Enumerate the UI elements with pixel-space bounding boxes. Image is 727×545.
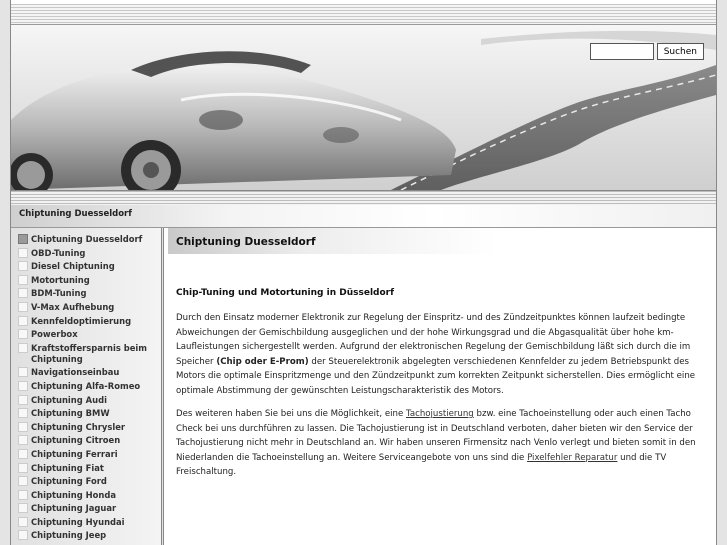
sidebar: Chiptuning Duesseldorf OBD-Tuning Diesel C…	[11, 228, 164, 545]
sidebar-item-label: Chiptuning Alfa-Romeo	[31, 380, 141, 391]
page-frame: Suchen Chiptuning Duesseldorf Chiptuning…	[10, 0, 717, 545]
bullet-square-icon	[18, 234, 28, 244]
sidebar-item-label: Chiptuning Ford	[31, 476, 107, 487]
bullet-square-icon	[18, 380, 28, 391]
sidebar-item[interactable]: Kraftstoffersparnis beim Chiptuning	[18, 342, 161, 365]
bullet-square-icon	[18, 503, 28, 514]
page-title: Chiptuning Duesseldorf	[176, 236, 316, 248]
sidebar-item[interactable]: Motortuning	[18, 274, 161, 286]
sidebar-item-label: Chiptuning Jaguar	[31, 503, 117, 514]
bullet-square-icon	[18, 476, 28, 487]
sidebar-item-label: Chiptuning Duesseldorf	[31, 234, 143, 244]
sidebar-item-label: Motortuning	[31, 274, 90, 285]
content-header: Chiptuning Duesseldorf	[168, 228, 716, 254]
bullet-square-icon	[18, 421, 28, 432]
sidebar-item[interactable]: Chiptuning Jaguar	[18, 503, 161, 514]
sidebar-item-label: Chiptuning Hyundai	[31, 516, 125, 527]
sidebar-item[interactable]: V-Max Aufhebung	[18, 301, 161, 313]
sidebar-item[interactable]: Chiptuning Audi	[18, 394, 161, 406]
sidebar-item-label: Chiptuning Audi	[31, 394, 107, 405]
breadcrumb-label: Chiptuning Duesseldorf	[19, 209, 132, 219]
section-heading: Chip-Tuning und Motortuning in Düsseldor…	[176, 288, 395, 298]
sidebar-item[interactable]: Chiptuning Hyundai	[18, 516, 161, 528]
bullet-square-icon	[18, 489, 28, 500]
sidebar-item[interactable]: Chiptuning Citroen	[18, 435, 161, 446]
search-button[interactable]: Suchen	[656, 43, 704, 60]
sidebar-item[interactable]: Chiptuning Jeep	[18, 530, 161, 541]
sidebar-item-label: Navigationseinbau	[31, 367, 120, 378]
bullet-square-icon	[18, 288, 28, 299]
sidebar-item-label: Chiptuning Fiat	[31, 462, 104, 473]
sidebar-nav: Chiptuning Duesseldorf OBD-Tuning Diesel C…	[11, 228, 161, 541]
sidebar-item[interactable]: Kennfeldoptimierung	[18, 315, 161, 327]
sidebar-item[interactable]: Chiptuning Honda	[18, 489, 161, 501]
sidebar-item-label: Chiptuning Chrysler	[31, 421, 126, 432]
bullet-square-icon	[18, 516, 28, 527]
sidebar-item[interactable]: Chiptuning Duesseldorf	[18, 234, 161, 245]
bullet-square-icon	[18, 261, 28, 272]
sidebar-item-label: Chiptuning Honda	[31, 489, 117, 500]
bullet-square-icon	[18, 408, 28, 419]
main-content: Chiptuning Duesseldorf Chip-Tuning und M…	[168, 228, 716, 545]
sidebar-item-label: V-Max Aufhebung	[31, 301, 115, 312]
sidebar-item[interactable]: Powerbox	[18, 329, 161, 340]
sidebar-item[interactable]: Navigationseinbau	[18, 367, 161, 378]
mid-stripe-band	[11, 190, 716, 205]
breadcrumb: Chiptuning Duesseldorf	[11, 205, 716, 228]
sidebar-item[interactable]: Chiptuning Ford	[18, 476, 161, 487]
sidebar-item-label: BDM-Tuning	[31, 288, 87, 299]
bullet-square-icon	[18, 315, 28, 326]
sidebar-item-label: Chiptuning Jeep	[31, 530, 107, 541]
sidebar-item[interactable]: Diesel Chiptuning	[18, 261, 161, 272]
bullet-square-icon	[18, 462, 28, 473]
sidebar-item-label: Kennfeldoptimierung	[31, 315, 132, 326]
bullet-square-icon	[18, 342, 28, 353]
sidebar-item[interactable]: Chiptuning Alfa-Romeo	[18, 380, 161, 392]
header-banner: Suchen	[11, 25, 716, 190]
sidebar-item-label: Diesel Chiptuning	[31, 261, 115, 272]
tachojustierung-link[interactable]: Tachojustierung	[406, 409, 474, 419]
search-input[interactable]	[589, 43, 654, 60]
sidebar-item-label: OBD-Tuning	[31, 247, 86, 258]
bullet-square-icon	[18, 301, 28, 312]
sidebar-item[interactable]: OBD-Tuning	[18, 247, 161, 259]
paragraph-1-bold: (Chip oder E-Prom)	[216, 356, 309, 367]
bullet-square-icon	[18, 530, 28, 541]
bullet-square-icon	[18, 274, 28, 285]
top-stripe-band	[11, 4, 716, 25]
paragraph-1: Durch den Einsatz moderner Elektronik zu…	[176, 311, 709, 399]
sidebar-item-label: Chiptuning BMW	[31, 408, 110, 419]
sidebar-item[interactable]: Chiptuning Chrysler	[18, 421, 161, 433]
sidebar-item[interactable]: Chiptuning Fiat	[18, 462, 161, 474]
bullet-square-icon	[18, 394, 28, 405]
sidebar-item-label: Kraftstoffersparnis beim Chiptuning	[31, 342, 148, 364]
paragraph-2: Des weiteren haben Sie bei uns die Mögli…	[176, 407, 709, 480]
bullet-square-icon	[18, 247, 28, 258]
sidebar-item[interactable]: BDM-Tuning	[18, 288, 161, 299]
bullet-square-icon	[18, 367, 28, 378]
pixelfehler-reparatur-link[interactable]: Pixelfehler Reparatur	[527, 453, 617, 463]
sidebar-item-label: Powerbox	[31, 329, 78, 340]
search-form: Suchen	[589, 43, 704, 60]
bullet-square-icon	[18, 435, 28, 446]
sidebar-item[interactable]: Chiptuning BMW	[18, 408, 161, 419]
bullet-square-icon	[18, 329, 28, 340]
sidebar-item-label: Chiptuning Ferrari	[31, 448, 118, 459]
sidebar-item[interactable]: Chiptuning Ferrari	[18, 448, 161, 460]
paragraph-2-text-a: Des weiteren haben Sie bei uns die Mögli…	[176, 409, 406, 419]
sidebar-item-label: Chiptuning Citroen	[31, 435, 121, 446]
bullet-square-icon	[18, 448, 28, 459]
